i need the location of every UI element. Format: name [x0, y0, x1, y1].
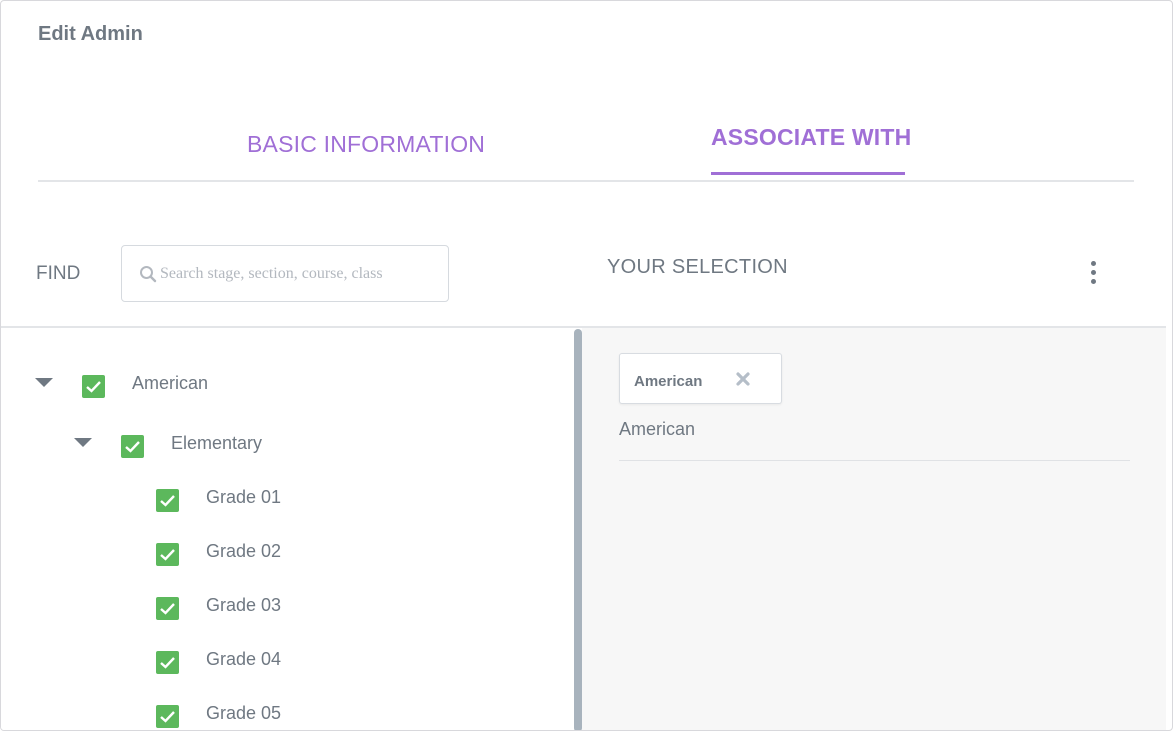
checkbox-checked-icon[interactable] [82, 375, 105, 398]
search-input[interactable] [160, 260, 440, 288]
tabs-divider [38, 180, 1134, 182]
caret-down-icon[interactable] [74, 438, 92, 447]
caret-down-icon[interactable] [35, 378, 53, 387]
search-icon [140, 266, 157, 283]
tree-item-grade[interactable]: Grade 02 [206, 541, 281, 562]
tree-item-grade[interactable]: Grade 05 [206, 703, 281, 724]
checkbox-checked-icon[interactable] [156, 705, 179, 728]
checkbox-checked-icon[interactable] [156, 543, 179, 566]
selection-chip: American [619, 353, 782, 404]
checkbox-checked-icon[interactable] [121, 435, 144, 458]
your-selection-title: YOUR SELECTION [607, 256, 788, 278]
active-tab-indicator [711, 172, 905, 175]
checkbox-checked-icon[interactable] [156, 651, 179, 674]
find-label: FIND [36, 263, 81, 284]
dialog-title: Edit Admin [38, 23, 143, 45]
selection-divider [619, 460, 1130, 461]
tree-item-elementary[interactable]: Elementary [171, 433, 262, 454]
edit-admin-dialog: Edit Admin BASIC INFORMATION ASSOCIATE W… [0, 0, 1173, 731]
checkbox-checked-icon[interactable] [156, 597, 179, 620]
close-icon[interactable] [735, 371, 751, 387]
tree-scrollbar[interactable] [574, 329, 582, 730]
chip-label: American [634, 373, 703, 390]
checkbox-checked-icon[interactable] [156, 489, 179, 512]
search-field [121, 245, 449, 302]
kebab-menu-icon[interactable] [1083, 259, 1105, 287]
tree-item-american[interactable]: American [132, 373, 208, 394]
tree-item-grade[interactable]: Grade 04 [206, 649, 281, 670]
selection-path: American [619, 419, 696, 439]
tree-item-grade[interactable]: Grade 03 [206, 595, 281, 616]
tab-basic-information[interactable]: BASIC INFORMATION [247, 131, 485, 158]
tab-associate-with[interactable]: ASSOCIATE WITH [711, 124, 911, 151]
tree-item-grade[interactable]: Grade 01 [206, 487, 281, 508]
